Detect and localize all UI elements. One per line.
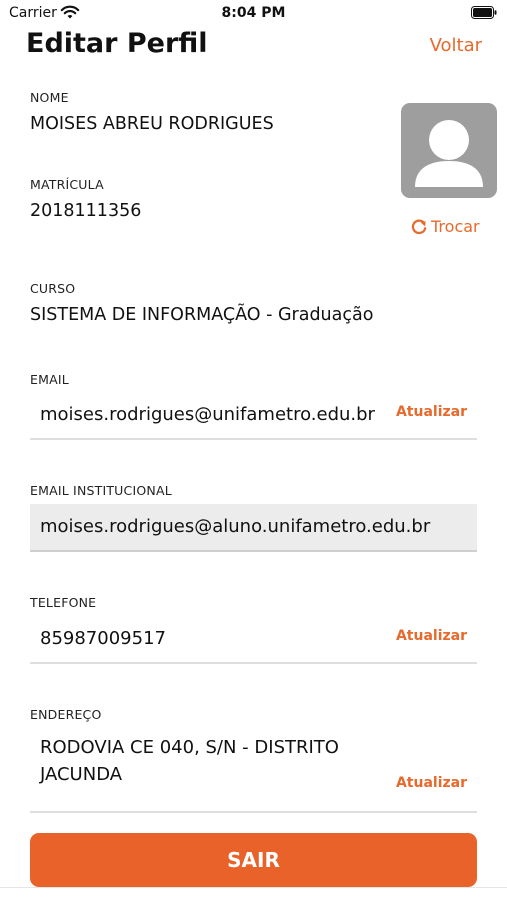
email-value: moises.rodrigues@unifametro.edu.br (40, 404, 375, 425)
institutional-email-field: moises.rodrigues@aluno.unifametro.edu.br (30, 504, 477, 552)
registration-label: MATRÍCULA (30, 177, 104, 192)
status-bar: Carrier 8:04 PM (0, 0, 507, 28)
user-silhouette-icon (415, 120, 483, 187)
institutional-email-value: moises.rodrigues@aluno.unifametro.edu.br (40, 516, 431, 537)
name-label: NOME (30, 90, 69, 105)
update-email-button[interactable]: Atualizar (396, 404, 467, 420)
avatar[interactable] (401, 103, 497, 198)
change-photo-button[interactable]: Trocar (410, 217, 480, 236)
email-field[interactable]: moises.rodrigues@unifametro.edu.br Atual… (30, 392, 477, 440)
change-photo-label: Trocar (431, 217, 480, 236)
course-value: SISTEMA DE INFORMAÇÃO - Graduação (30, 305, 374, 325)
phone-field[interactable]: 85987009517 Atualizar (30, 616, 477, 664)
address-line-2: JACUNDA (40, 764, 123, 785)
address-field[interactable]: RODOVIA CE 040, S/N - DISTRITO JACUNDA A… (30, 728, 477, 813)
logout-label: SAIR (227, 848, 280, 872)
address-label: ENDEREÇO (30, 707, 102, 722)
back-button[interactable]: Voltar (430, 35, 482, 56)
phone-label: TELEFONE (30, 595, 97, 610)
course-label: CURSO (30, 281, 76, 296)
email-label: EMAIL (30, 372, 69, 387)
page-title: Editar Perfil (26, 28, 208, 59)
clock: 8:04 PM (221, 5, 286, 21)
update-phone-button[interactable]: Atualizar (396, 628, 467, 644)
refresh-icon (411, 219, 427, 234)
bottom-divider (0, 887, 507, 888)
update-address-button[interactable]: Atualizar (396, 775, 467, 791)
phone-value: 85987009517 (40, 628, 166, 649)
logout-button[interactable]: SAIR (30, 833, 477, 887)
name-value: MOISES ABREU RODRIGUES (30, 114, 274, 134)
address-line-1: RODOVIA CE 040, S/N - DISTRITO (40, 737, 339, 758)
institutional-email-label: EMAIL INSTITUCIONAL (30, 483, 172, 498)
battery-icon (471, 6, 497, 19)
registration-value: 2018111356 (30, 201, 142, 221)
